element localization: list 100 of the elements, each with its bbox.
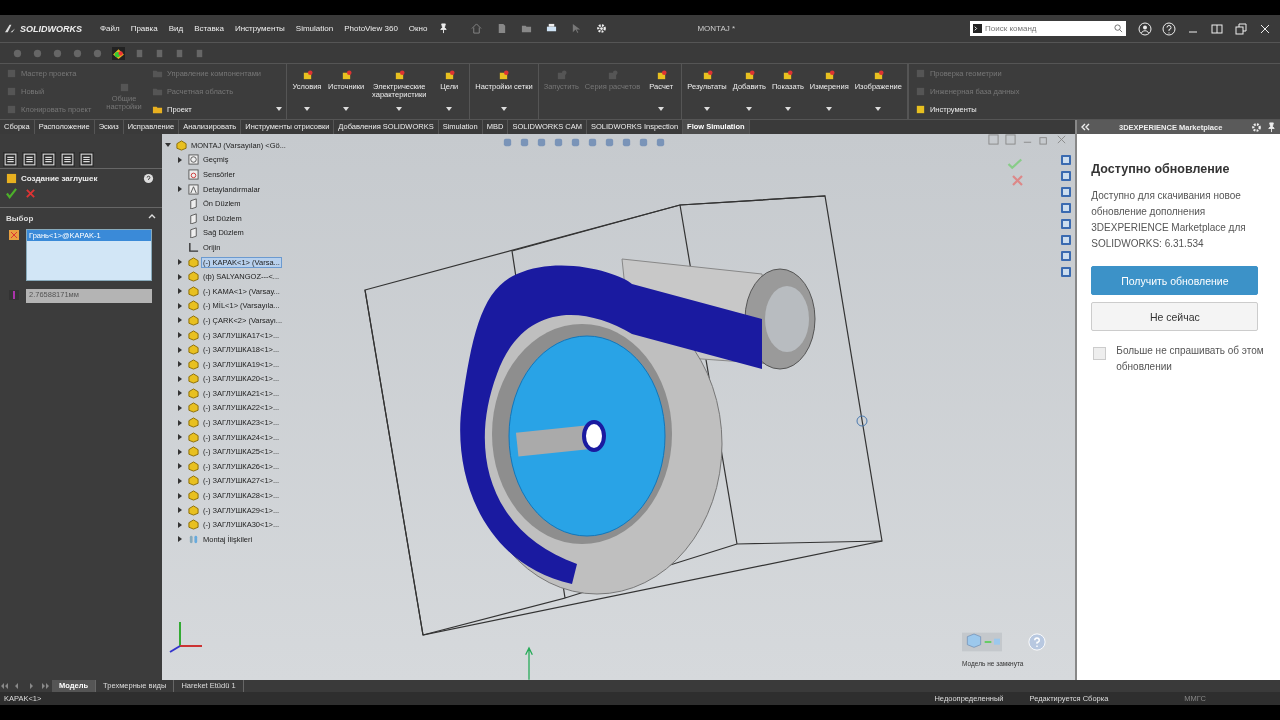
caret-icon[interactable]	[396, 107, 403, 111]
panel-tab-icon[interactable]	[22, 151, 37, 167]
expand-arrow-icon[interactable]	[177, 405, 183, 411]
tool-icon	[914, 67, 926, 79]
panel-tab-icon[interactable]	[60, 151, 75, 167]
caret-icon[interactable]	[704, 107, 710, 111]
task-pane-icon[interactable]	[1059, 186, 1072, 198]
caret-icon[interactable]	[875, 107, 882, 111]
expand-arrow-icon[interactable]	[177, 434, 183, 441]
expand-arrow-icon[interactable]	[177, 273, 183, 280]
expand-arrow-icon[interactable]	[177, 346, 183, 353]
thickness-icon	[8, 289, 20, 301]
expand-arrow-icon[interactable]	[177, 390, 183, 397]
help-icon[interactable]	[143, 173, 154, 184]
part-icon	[188, 446, 199, 458]
expand-arrow-icon[interactable]	[177, 463, 183, 470]
menu-item[interactable]: Правка	[130, 24, 158, 33]
task-pane-icon[interactable]	[1059, 154, 1072, 166]
expand-arrow-icon[interactable]	[177, 317, 183, 324]
caret-icon[interactable]	[826, 107, 833, 111]
settings-icon[interactable]	[1251, 121, 1262, 133]
panel-toggle-icon[interactable]	[1005, 134, 1017, 145]
appearance-icon[interactable]	[112, 46, 125, 60]
tool-icon	[118, 82, 130, 93]
expand-arrow-icon[interactable]	[177, 477, 183, 484]
cancel-icon[interactable]	[25, 188, 36, 199]
menu-item[interactable]: Simulation	[295, 24, 334, 33]
menu-item[interactable]: Вставка	[194, 24, 224, 33]
panel-tab-icon[interactable]	[3, 151, 18, 167]
part-icon	[188, 329, 199, 341]
restore-icon[interactable]	[1234, 21, 1248, 36]
expand-arrow-icon[interactable]	[177, 419, 183, 426]
panel-tab-icon[interactable]	[79, 151, 94, 167]
task-pane-icon[interactable]	[1059, 266, 1072, 278]
caret-icon[interactable]	[784, 107, 791, 111]
expand-arrow-icon[interactable]	[177, 288, 183, 295]
expand-arrow-icon[interactable]	[177, 259, 183, 266]
expand-arrow-icon[interactable]	[177, 536, 183, 543]
expand-arrow-icon[interactable]	[177, 375, 183, 382]
document-icon[interactable]	[496, 23, 508, 34]
folder-icon[interactable]	[521, 23, 533, 34]
task-pane-icon[interactable]	[1059, 234, 1072, 246]
tab-scroll-arrows-icon[interactable]	[0, 682, 52, 690]
tool-icon	[340, 70, 352, 81]
caret-icon[interactable]	[446, 107, 453, 111]
part-icon	[188, 431, 199, 443]
menu-item[interactable]: Файл	[100, 24, 120, 33]
part-icon	[188, 475, 199, 487]
collapse-icon[interactable]	[148, 214, 156, 219]
part-icon	[188, 490, 199, 502]
expand-arrow-icon[interactable]	[177, 332, 183, 338]
ok-icon[interactable]	[6, 188, 17, 199]
menu-item[interactable]: Инструменты	[234, 24, 285, 33]
plane-icon	[188, 212, 199, 224]
expand-arrow-icon[interactable]	[165, 142, 171, 149]
tool-icon	[6, 86, 17, 97]
panel-tab-icon[interactable]	[41, 151, 56, 167]
expand-arrow-icon[interactable]	[177, 492, 183, 499]
part-icon	[188, 256, 199, 268]
panel-toggle-icon[interactable]	[988, 134, 1000, 145]
tool-icon	[498, 70, 510, 81]
expand-arrow-icon[interactable]	[177, 507, 183, 514]
task-pane-icon[interactable]	[1059, 218, 1072, 230]
collapse-icon[interactable]	[1080, 123, 1091, 131]
menu-item[interactable]: PhotoView 360	[344, 24, 398, 33]
print-icon[interactable]	[546, 23, 558, 34]
menu-item[interactable]: Окно	[408, 24, 428, 33]
caret-icon[interactable]	[500, 107, 507, 111]
tile-icon[interactable]	[1210, 21, 1224, 36]
caret-icon[interactable]	[343, 107, 350, 111]
command-search-field[interactable]: Поиск команд	[970, 21, 1126, 36]
tool-icon	[743, 70, 755, 81]
tool-icon	[555, 70, 567, 81]
expand-arrow-icon[interactable]	[177, 361, 183, 368]
menu-item[interactable]: Вид	[168, 24, 184, 33]
app-logo: SOLIDWORKS	[0, 23, 100, 34]
expand-arrow-icon[interactable]	[177, 156, 183, 163]
expand-arrow-icon[interactable]	[177, 448, 183, 455]
expand-arrow-icon[interactable]	[177, 186, 183, 193]
search-icon	[1114, 24, 1123, 33]
task-pane-icon[interactable]	[1059, 250, 1072, 262]
expand-arrow-icon[interactable]	[177, 302, 183, 309]
update-title: Доступно обновление	[1091, 162, 1231, 176]
pin-icon[interactable]	[1266, 121, 1277, 133]
caret-icon[interactable]	[658, 107, 665, 111]
task-pane-icon[interactable]	[1059, 170, 1072, 182]
caret-icon[interactable]	[276, 107, 282, 111]
origin-icon	[188, 241, 199, 253]
not-now-button[interactable]: Не сейчас	[1091, 302, 1259, 331]
settings-icon[interactable]	[596, 23, 608, 34]
checkbox[interactable]	[1093, 347, 1107, 360]
user-icon[interactable]	[1138, 21, 1152, 36]
part-icon	[188, 402, 199, 414]
task-pane-icon[interactable]	[1059, 202, 1072, 214]
caret-icon[interactable]	[304, 107, 310, 111]
caret-icon[interactable]	[746, 107, 753, 111]
pin-icon[interactable]	[438, 23, 450, 34]
part-icon	[188, 417, 199, 429]
help-icon[interactable]	[1162, 21, 1176, 36]
expand-arrow-icon[interactable]	[177, 521, 183, 528]
